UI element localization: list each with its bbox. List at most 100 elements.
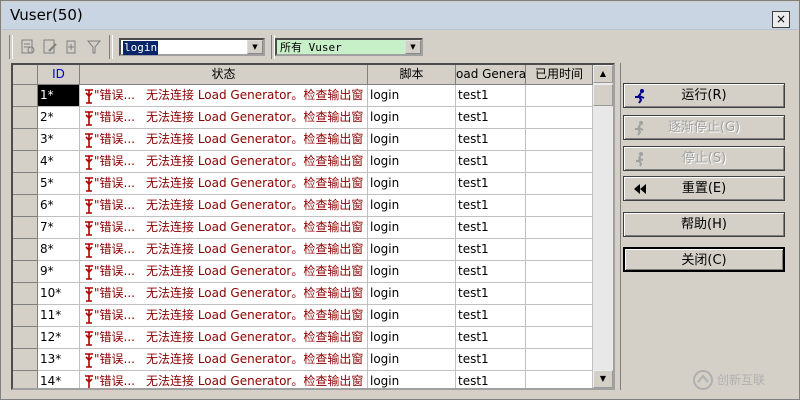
- cell-status: "错误... 无法连接 Load Generator。检查输出窗: [80, 107, 368, 129]
- script-filter-dropdown[interactable]: login ▼: [119, 38, 265, 56]
- status-message: 无法连接 Load Generator。检查输出窗: [146, 220, 364, 234]
- row-selector[interactable]: [13, 349, 38, 371]
- cell-elapsed: [526, 129, 593, 151]
- table-row[interactable]: 9* "错误... 无法连接 Load Generator。检查输出窗 login te…: [13, 261, 593, 283]
- row-selector[interactable]: [13, 151, 38, 173]
- cell-script: login: [368, 239, 456, 261]
- table-row[interactable]: 4* "错误... 无法连接 Load Generator。检查输出窗 login te…: [13, 151, 593, 173]
- error-antenna-icon: [85, 89, 93, 104]
- run-button[interactable]: 运行(R): [623, 83, 785, 108]
- column-header-id[interactable]: ID: [38, 65, 80, 85]
- error-antenna-icon: [85, 375, 93, 388]
- filter-icon[interactable]: [85, 38, 103, 56]
- cell-script: login: [368, 327, 456, 349]
- row-selector[interactable]: [13, 173, 38, 195]
- status-message: 无法连接 Load Generator。检查输出窗: [146, 110, 364, 124]
- add-icon[interactable]: [63, 38, 81, 56]
- row-selector[interactable]: [13, 85, 38, 107]
- row-selector[interactable]: [13, 239, 38, 261]
- cell-elapsed: [526, 261, 593, 283]
- row-selector[interactable]: [13, 305, 38, 327]
- stop-button[interactable]: 停止(S): [623, 146, 785, 171]
- row-header-corner: [13, 65, 38, 85]
- column-header-script[interactable]: 脚本: [368, 65, 456, 85]
- scroll-down-icon[interactable]: ▼: [593, 370, 613, 388]
- cell-elapsed: [526, 195, 593, 217]
- cell-id[interactable]: 1*: [38, 85, 80, 107]
- table-row[interactable]: 1* "错误... 无法连接 Load Generator。检查输出窗 login te…: [13, 85, 593, 107]
- chevron-down-icon[interactable]: ▼: [247, 40, 263, 54]
- cell-script: login: [368, 283, 456, 305]
- error-antenna-icon: [85, 353, 93, 368]
- status-message: 无法连接 Load Generator。检查输出窗: [146, 264, 364, 278]
- status-message: 无法连接 Load Generator。检查输出窗: [146, 286, 364, 300]
- cell-id: 9*: [38, 261, 80, 283]
- cell-elapsed: [526, 283, 593, 305]
- column-header-load-generator[interactable]: oad Generat: [456, 65, 526, 85]
- row-selector[interactable]: [13, 261, 38, 283]
- column-header-status[interactable]: 状态: [80, 65, 368, 85]
- table-row[interactable]: 11* "错误... 无法连接 Load Generator。检查输出窗 login t…: [13, 305, 593, 327]
- table-row[interactable]: 10* "错误... 无法连接 Load Generator。检查输出窗 login t…: [13, 283, 593, 305]
- table-row[interactable]: 14* "错误... 无法连接 Load Generator。检查输出窗 login t…: [13, 371, 593, 388]
- table-row[interactable]: 2* "错误... 无法连接 Load Generator。检查输出窗 login te…: [13, 107, 593, 129]
- table-row[interactable]: 7* "错误... 无法连接 Load Generator。检查输出窗 login te…: [13, 217, 593, 239]
- cell-script: login: [368, 85, 456, 107]
- error-antenna-icon: [85, 243, 93, 258]
- cell-script: login: [368, 371, 456, 388]
- reset-button[interactable]: 重置(E): [623, 176, 785, 201]
- cell-status: "错误... 无法连接 Load Generator。检查输出窗: [80, 239, 368, 261]
- chevron-down-icon[interactable]: ▼: [405, 40, 421, 54]
- scroll-up-icon[interactable]: ▲: [593, 65, 613, 83]
- status-prefix: "错误...: [94, 242, 135, 256]
- cell-load-gen: test1: [456, 349, 526, 371]
- close-icon[interactable]: ×: [772, 11, 790, 28]
- cell-script: login: [368, 305, 456, 327]
- status-prefix: "错误...: [94, 308, 135, 322]
- status-message: 无法连接 Load Generator。检查输出窗: [146, 132, 364, 146]
- cell-script: login: [368, 151, 456, 173]
- status-prefix: "错误...: [94, 374, 135, 388]
- vuser-filter-dropdown[interactable]: 所有 Vuser ▼: [275, 38, 423, 56]
- column-header-elapsed[interactable]: 已用时间: [526, 65, 593, 85]
- cell-load-gen: test1: [456, 195, 526, 217]
- gradual-stop-label: 逐渐停止(G): [667, 120, 741, 135]
- error-antenna-icon: [85, 155, 93, 170]
- cell-id: 6*: [38, 195, 80, 217]
- table-row[interactable]: 8* "错误... 无法连接 Load Generator。检查输出窗 login te…: [13, 239, 593, 261]
- gradual-stop-button[interactable]: 逐渐停止(G): [623, 115, 785, 140]
- vertical-scrollbar[interactable]: ▲ ▼: [593, 65, 613, 388]
- row-selector[interactable]: [13, 107, 38, 129]
- toolbar-separator: [9, 35, 13, 59]
- row-selector[interactable]: [13, 129, 38, 151]
- title-bar: Vuser(50) ×: [2, 2, 798, 30]
- scroll-thumb[interactable]: [593, 84, 613, 106]
- table-row[interactable]: 3* "错误... 无法连接 Load Generator。检查输出窗 login te…: [13, 129, 593, 151]
- cell-elapsed: [526, 327, 593, 349]
- cell-script: login: [368, 349, 456, 371]
- status-prefix: "错误...: [94, 352, 135, 366]
- cell-elapsed: [526, 349, 593, 371]
- close-button[interactable]: 关闭(C): [623, 247, 785, 272]
- cell-load-gen: test1: [456, 327, 526, 349]
- status-prefix: "错误...: [94, 220, 135, 234]
- cell-load-gen: test1: [456, 305, 526, 327]
- edit-icon[interactable]: [41, 38, 59, 56]
- status-prefix: "错误...: [94, 198, 135, 212]
- table-row[interactable]: 6* "错误... 无法连接 Load Generator。检查输出窗 login te…: [13, 195, 593, 217]
- cell-load-gen: test1: [456, 239, 526, 261]
- row-selector[interactable]: [13, 195, 38, 217]
- row-selector[interactable]: [13, 283, 38, 305]
- table-row[interactable]: 5* "错误... 无法连接 Load Generator。检查输出窗 login te…: [13, 173, 593, 195]
- table-row[interactable]: 13* "错误... 无法连接 Load Generator。检查输出窗 login t…: [13, 349, 593, 371]
- stop-label: 停止(S): [681, 151, 727, 166]
- cell-load-gen: test1: [456, 371, 526, 388]
- row-selector[interactable]: [13, 327, 38, 349]
- cell-status: "错误... 无法连接 Load Generator。检查输出窗: [80, 283, 368, 305]
- stop-icon: [636, 152, 644, 167]
- row-selector[interactable]: [13, 371, 38, 388]
- table-row[interactable]: 12* "错误... 无法连接 Load Generator。检查输出窗 login t…: [13, 327, 593, 349]
- details-icon[interactable]: [19, 38, 37, 56]
- row-selector[interactable]: [13, 217, 38, 239]
- help-button[interactable]: 帮助(H): [623, 212, 785, 237]
